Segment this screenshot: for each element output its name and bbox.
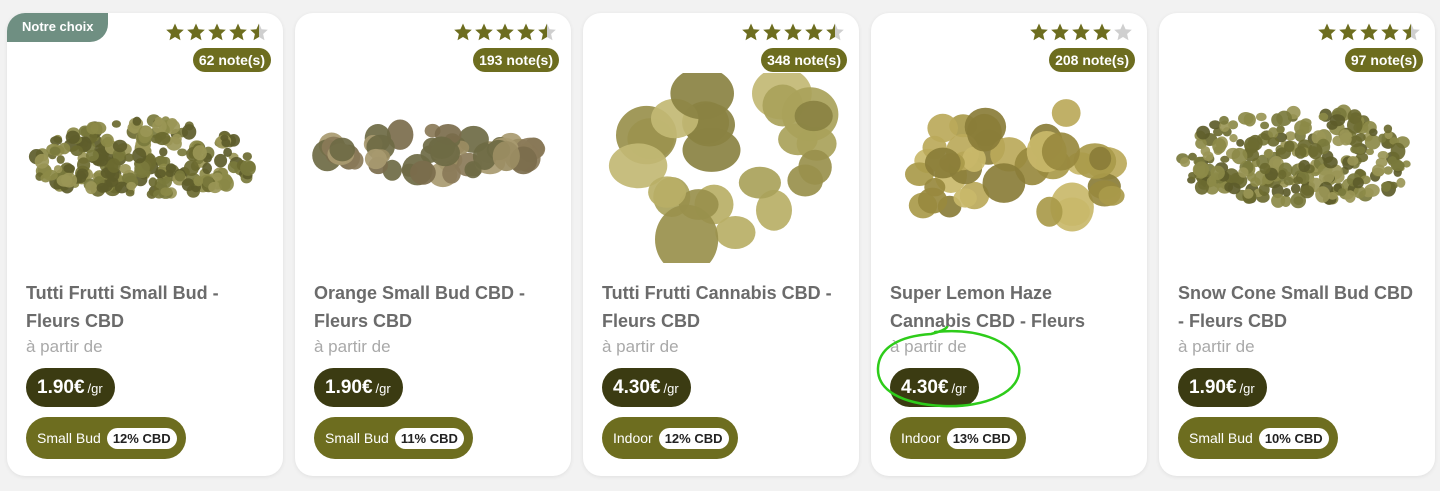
- star-filled-icon: [475, 23, 493, 41]
- star-half-icon: [250, 23, 268, 41]
- star-filled-icon: [1381, 23, 1399, 41]
- rating-stars: [165, 22, 269, 42]
- rating-stars: [1029, 22, 1133, 42]
- cbd-percentage-tag: 13% CBD: [946, 427, 1017, 449]
- star-filled-icon: [1318, 23, 1336, 41]
- rating-stars: [1317, 22, 1421, 42]
- price-unit: /gr: [951, 381, 967, 396]
- product-title[interactable]: Tutti Frutti Small Bud - Fleurs CBD: [26, 279, 266, 335]
- product-tags: Small Bud 10% CBD: [1178, 417, 1338, 459]
- star-filled-icon: [742, 23, 760, 41]
- star-half-icon: [538, 23, 556, 41]
- price-unit: /gr: [87, 381, 103, 396]
- review-count-link[interactable]: 97 note(s): [1344, 48, 1423, 72]
- flower-type-tag: Small Bud: [1189, 430, 1253, 446]
- star-filled-icon: [517, 23, 535, 41]
- from-price-label: à partir de: [314, 337, 391, 356]
- product-card[interactable]: Notre choix 62 note(s) Tutti Frutti Smal…: [7, 13, 283, 476]
- star-half-icon: [1402, 23, 1420, 41]
- review-count-link[interactable]: 208 note(s): [1049, 48, 1135, 72]
- star-filled-icon: [208, 23, 226, 41]
- star-filled-icon: [1339, 23, 1357, 41]
- our-choice-badge: Notre choix: [7, 13, 108, 42]
- product-image[interactable]: [295, 73, 571, 263]
- price-amount: 1.90€: [325, 376, 373, 398]
- star-filled-icon: [1360, 23, 1378, 41]
- price-unit: /gr: [375, 381, 391, 396]
- product-grid: Notre choix 62 note(s) Tutti Frutti Smal…: [7, 13, 1435, 476]
- cbd-percentage-tag: 12% CBD: [106, 427, 177, 449]
- product-image[interactable]: [583, 73, 859, 263]
- star-filled-icon: [187, 23, 205, 41]
- star-filled-icon: [229, 23, 247, 41]
- price-amount: 1.90€: [37, 376, 85, 398]
- price-badge: 1.90€ /gr: [1178, 368, 1267, 407]
- star-filled-icon: [454, 23, 472, 41]
- product-card[interactable]: 348 note(s) Tutti Frutti Cannabis CBD - …: [583, 13, 859, 476]
- price-badge: 4.30€ /gr: [602, 368, 691, 407]
- star-filled-icon: [784, 23, 802, 41]
- review-count-link[interactable]: 193 note(s): [473, 48, 559, 72]
- product-title[interactable]: Snow Cone Small Bud CBD - Fleurs CBD: [1178, 279, 1418, 335]
- rating-stars: [741, 22, 845, 42]
- star-filled-icon: [1072, 23, 1090, 41]
- star-filled-icon: [1093, 23, 1111, 41]
- cbd-percentage-tag: 12% CBD: [658, 427, 729, 449]
- flower-type-tag: Small Bud: [37, 430, 101, 446]
- review-count-link[interactable]: 348 note(s): [761, 48, 847, 72]
- star-filled-icon: [1030, 23, 1048, 41]
- star-half-icon: [826, 23, 844, 41]
- cbd-percentage-tag: 11% CBD: [394, 427, 464, 449]
- star-filled-icon: [496, 23, 514, 41]
- from-price-label: à partir de: [602, 337, 679, 356]
- from-price-label: à partir de: [1178, 337, 1255, 356]
- flower-type-tag: Indoor: [613, 430, 653, 446]
- price-amount: 4.30€: [901, 376, 949, 398]
- product-title[interactable]: Tutti Frutti Cannabis CBD - Fleurs CBD: [602, 279, 842, 335]
- from-price-label: à partir de: [890, 337, 967, 356]
- product-title[interactable]: Orange Small Bud CBD - Fleurs CBD: [314, 279, 554, 335]
- product-image[interactable]: [1159, 73, 1435, 263]
- product-card[interactable]: 208 note(s) Super Lemon Haze Cannabis CB…: [871, 13, 1147, 476]
- price-badge: 1.90€ /gr: [26, 368, 115, 407]
- star-filled-icon: [805, 23, 823, 41]
- product-tags: Indoor 13% CBD: [890, 417, 1026, 459]
- star-empty-icon: [1114, 23, 1132, 41]
- price-badge: 4.30€ /gr: [890, 368, 979, 407]
- product-card[interactable]: 193 note(s) Orange Small Bud CBD - Fleur…: [295, 13, 571, 476]
- product-tags: Small Bud 12% CBD: [26, 417, 186, 459]
- price-badge: 1.90€ /gr: [314, 368, 403, 407]
- product-tags: Small Bud 11% CBD: [314, 417, 473, 459]
- product-image[interactable]: [7, 73, 283, 263]
- product-title[interactable]: Super Lemon Haze Cannabis CBD - Fleurs: [890, 279, 1130, 335]
- price-unit: /gr: [1239, 381, 1255, 396]
- product-tags: Indoor 12% CBD: [602, 417, 738, 459]
- star-filled-icon: [166, 23, 184, 41]
- star-filled-icon: [763, 23, 781, 41]
- flower-type-tag: Indoor: [901, 430, 941, 446]
- price-amount: 4.30€: [613, 376, 661, 398]
- price-unit: /gr: [663, 381, 679, 396]
- cbd-percentage-tag: 10% CBD: [1258, 427, 1329, 449]
- flower-type-tag: Small Bud: [325, 430, 389, 446]
- price-amount: 1.90€: [1189, 376, 1237, 398]
- review-count-link[interactable]: 62 note(s): [192, 48, 271, 72]
- product-card[interactable]: 97 note(s) Snow Cone Small Bud CBD - Fle…: [1159, 13, 1435, 476]
- from-price-label: à partir de: [26, 337, 103, 356]
- rating-stars: [453, 22, 557, 42]
- star-filled-icon: [1051, 23, 1069, 41]
- product-image[interactable]: [871, 73, 1147, 263]
